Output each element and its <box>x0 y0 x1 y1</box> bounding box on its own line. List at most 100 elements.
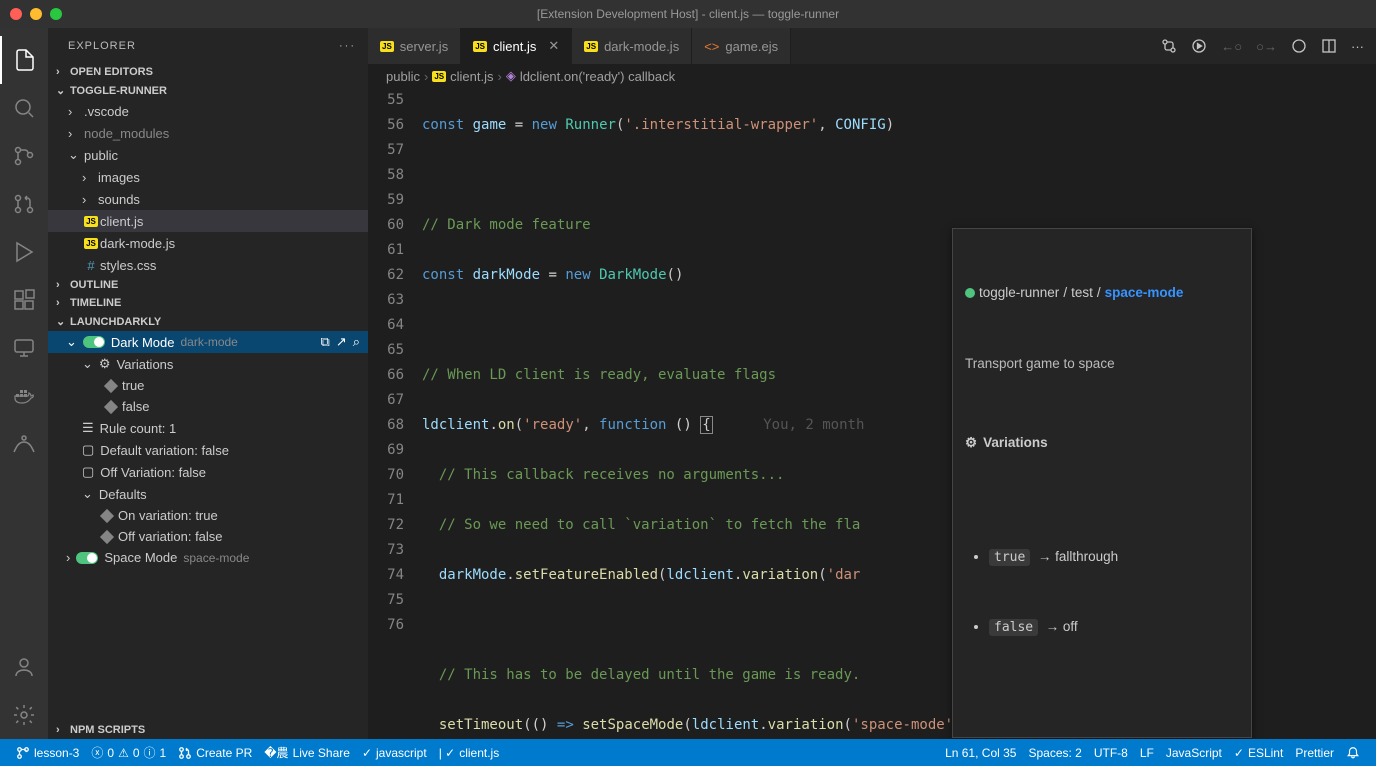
compare-changes-icon[interactable] <box>1161 38 1177 54</box>
language-mode[interactable]: JavaScript <box>1160 739 1228 766</box>
file-label: client.js <box>100 214 143 229</box>
launchdarkly-label: LAUNCHDARKLY <box>70 316 161 328</box>
tab-dark-mode-js[interactable]: JSdark-mode.js <box>572 28 692 64</box>
maximize-window-button[interactable] <box>50 8 62 20</box>
file-check[interactable]: | ✓ client.js <box>433 739 506 766</box>
run-icon[interactable] <box>1191 38 1207 54</box>
titlebar: [Extension Development Host] - client.js… <box>0 0 1376 28</box>
folder-public[interactable]: ⌄public <box>48 144 368 166</box>
hover-flag-name[interactable]: space-mode <box>1105 282 1184 304</box>
run-debug-icon[interactable] <box>0 228 48 276</box>
minimize-window-button[interactable] <box>30 8 42 20</box>
tab-game-ejs[interactable]: <>game.ejs <box>692 28 791 64</box>
ld-flag-space-mode[interactable]: › Space Mode space-mode <box>48 547 368 568</box>
close-icon[interactable]: ✕ <box>548 38 559 54</box>
window-controls <box>10 8 62 20</box>
live-share-icon[interactable] <box>0 420 48 468</box>
more-icon[interactable]: ··· <box>339 40 356 52</box>
sidebar-header: EXPLORER ··· <box>48 28 368 63</box>
close-window-button[interactable] <box>10 8 22 20</box>
split-editor-icon[interactable] <box>1321 38 1337 54</box>
prettier-status[interactable]: Prettier <box>1289 739 1340 766</box>
ld-off-variation-2[interactable]: Off variation: false <box>48 526 368 547</box>
diamond-icon <box>100 508 114 522</box>
launchdarkly-section[interactable]: ⌄ LAUNCHDARKLY <box>48 312 368 331</box>
ld-defaults[interactable]: ⌄ Defaults <box>48 483 368 505</box>
file-styles-css[interactable]: #styles.css <box>48 254 368 276</box>
file-client-js[interactable]: JSclient.js <box>48 210 368 232</box>
eol[interactable]: LF <box>1134 739 1160 766</box>
search-icon[interactable] <box>0 84 48 132</box>
notifications-icon[interactable] <box>1340 739 1366 766</box>
breadcrumbs[interactable]: public › JS client.js › ◈ ldclient.on('r… <box>368 64 1376 88</box>
flag-key: space-mode <box>183 551 249 565</box>
folder-sounds[interactable]: ›sounds <box>48 188 368 210</box>
breadcrumb-folder[interactable]: public <box>386 69 420 84</box>
more-actions-icon[interactable]: ··· <box>1351 39 1364 54</box>
open-external-icon[interactable]: ↗ <box>336 334 347 350</box>
project-section[interactable]: ⌄ TOGGLE-RUNNER <box>48 81 368 100</box>
ld-default-variation[interactable]: ▢ Default variation: false <box>48 439 368 461</box>
minimap[interactable] <box>1362 88 1376 739</box>
problems-indicator[interactable]: ⓧ0 ⚠0 ⓘ1 <box>85 739 172 766</box>
code-content[interactable]: const game = new Runner('.interstitial-w… <box>422 88 1362 739</box>
code-editor[interactable]: 5556575859606162636465666768697071727374… <box>368 88 1376 739</box>
ld-variations[interactable]: ⌄ ⚙ Variations <box>48 353 368 375</box>
pull-request-icon[interactable] <box>0 180 48 228</box>
breadcrumb-symbol[interactable]: ldclient.on('ready') callback <box>520 69 675 84</box>
encoding[interactable]: UTF-8 <box>1088 739 1134 766</box>
ld-rule-count[interactable]: ☰ Rule count: 1 <box>48 417 368 439</box>
search-flag-icon[interactable]: ⌕ <box>353 334 360 350</box>
explorer-icon[interactable] <box>0 36 48 84</box>
timeline-section[interactable]: › TIMELINE <box>48 294 368 312</box>
source-control-icon[interactable] <box>0 132 48 180</box>
docker-icon[interactable] <box>0 372 48 420</box>
indentation[interactable]: Spaces: 2 <box>1022 739 1087 766</box>
npm-scripts-section[interactable]: › NPM SCRIPTS <box>48 721 368 739</box>
method-icon: ◈ <box>506 68 516 84</box>
encoding-label: UTF-8 <box>1094 746 1128 760</box>
live-share-button[interactable]: �農Live Share <box>258 739 356 766</box>
copy-icon[interactable]: ⧉ <box>321 334 330 350</box>
tab-client-js[interactable]: JSclient.js✕ <box>461 28 572 64</box>
sidebar: EXPLORER ··· › OPEN EDITORS ⌄ TOGGLE-RUN… <box>48 28 368 739</box>
next-icon[interactable]: ○→ <box>1256 39 1277 54</box>
ld-flag-dark-mode[interactable]: ⌄ Dark Mode dark-mode ⧉ ↗ ⌕ <box>48 331 368 353</box>
error-count: 0 <box>107 746 114 760</box>
js-icon: JS <box>432 71 446 82</box>
branch-indicator[interactable]: lesson-3 <box>10 739 85 766</box>
activity-bar <box>0 28 48 739</box>
breadcrumb-file[interactable]: client.js <box>450 69 493 84</box>
ld-on-variation[interactable]: On variation: true <box>48 505 368 526</box>
create-pr-button[interactable]: Create PR <box>172 739 258 766</box>
file-dark-mode-js[interactable]: JSdark-mode.js <box>48 232 368 254</box>
folder-vscode[interactable]: ›.vscode <box>48 100 368 122</box>
ld-variation-true[interactable]: true <box>48 375 368 396</box>
eslint-status[interactable]: ✓ ESLint <box>1228 739 1289 766</box>
lang-check[interactable]: ✓ javascript <box>356 739 433 766</box>
eslint-label: ESLint <box>1248 746 1283 760</box>
ld-off-variation[interactable]: ▢ Off Variation: false <box>48 461 368 483</box>
variation-code: true <box>989 549 1030 566</box>
explorer-title: EXPLORER <box>68 40 136 52</box>
sliders-icon: ⚙ <box>99 356 111 372</box>
account-icon[interactable] <box>0 643 48 691</box>
extensions-icon[interactable] <box>0 276 48 324</box>
remote-icon[interactable] <box>0 324 48 372</box>
open-editors-section[interactable]: › OPEN EDITORS <box>48 63 368 81</box>
color-preview-icon[interactable] <box>1291 38 1307 54</box>
outline-section[interactable]: › OUTLINE <box>48 276 368 294</box>
variation-rule: fallthrough <box>1055 549 1118 564</box>
outline-label: OUTLINE <box>70 279 118 291</box>
ld-variation-false[interactable]: false <box>48 396 368 417</box>
chevron-right-icon: › <box>56 724 70 736</box>
status-bar: lesson-3 ⓧ0 ⚠0 ⓘ1 Create PR �農Live Share… <box>0 739 1376 766</box>
tab-label: server.js <box>400 39 448 54</box>
tab-server-js[interactable]: JSserver.js <box>368 28 461 64</box>
cursor-position[interactable]: Ln 61, Col 35 <box>939 739 1022 766</box>
folder-node-modules[interactable]: ›node_modules <box>48 122 368 144</box>
gear-icon[interactable] <box>0 691 48 739</box>
file-check-label: client.js <box>459 746 499 760</box>
folder-images[interactable]: ›images <box>48 166 368 188</box>
prev-icon[interactable]: ←○ <box>1221 39 1242 54</box>
